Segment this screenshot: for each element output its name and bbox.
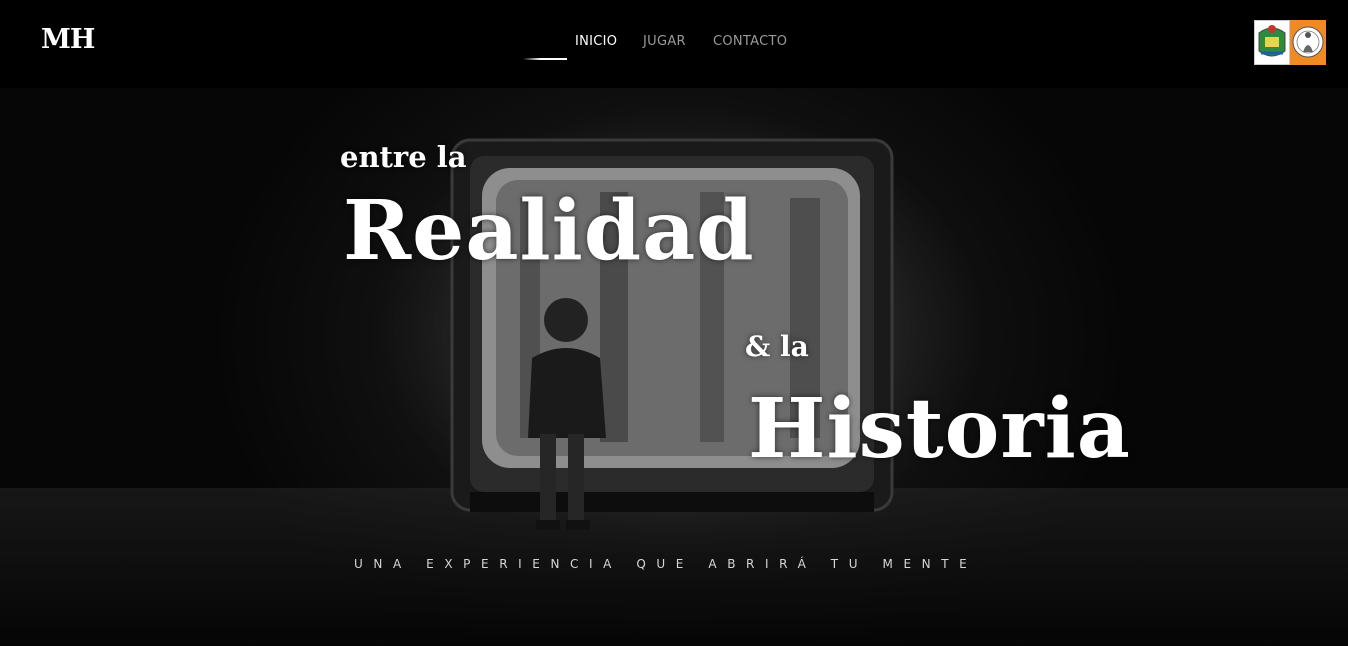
nav-item-contacto[interactable]: CONTACTO [713,34,787,49]
hero-line-entre-la: entre la [340,140,467,174]
saint-seal-icon [1290,20,1326,65]
hero-line-realidad: Realidad [343,183,755,279]
nav-item-inicio[interactable]: INICIO [575,34,617,49]
hero-section: entre la Realidad & la Historia UNA EXPE… [0,88,1348,646]
active-nav-indicator [523,58,567,60]
page: MH INICIO JUGAR CONTACTO entre la Realid… [0,0,1348,646]
hero-line-historia: Historia [748,381,1131,477]
main-nav: INICIO JUGAR CONTACTO [0,0,1348,88]
hero-line-and-la: & la [745,330,809,363]
site-header: MH INICIO JUGAR CONTACTO [0,0,1348,88]
hero-tagline: UNA EXPERIENCIA QUE ABRIRÁ TU MENTE [354,557,978,571]
nav-item-jugar[interactable]: JUGAR [643,34,686,49]
institution-logos [1254,20,1326,65]
coat-of-arms-icon [1254,20,1290,65]
